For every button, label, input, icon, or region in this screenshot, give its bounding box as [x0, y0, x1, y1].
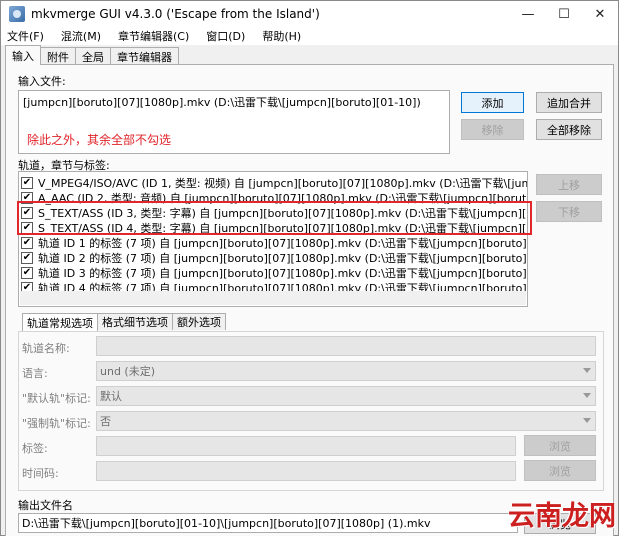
watermark-logo: 云南龙网 [508, 501, 616, 532]
track-checkbox[interactable]: ✔ [21, 236, 33, 249]
menu-chapter-editor[interactable]: 章节编辑器(C) [118, 28, 189, 44]
highlight-annotation-box [17, 201, 532, 235]
track-checkbox[interactable]: ✔ [21, 266, 33, 279]
mkvmerge-app-icon [9, 6, 25, 22]
track-row[interactable]: ✔ 轨道 ID 3 的标签 (7 项) 自 [jumpcn][boruto][0… [21, 265, 527, 280]
tab-format-detail-options[interactable]: 格式细节选项 [97, 313, 173, 330]
maximize-button[interactable]: ☐ [546, 1, 582, 27]
remove-button[interactable]: 移除 [461, 119, 524, 140]
close-button[interactable]: ✕ [582, 1, 618, 27]
tags-field[interactable] [96, 436, 516, 456]
output-filename-value: D:\迅雷下载\[jumpcn][boruto][01-10]\[jumpcn]… [22, 517, 431, 530]
track-row-text: V_MPEG4/ISO/AVC (ID 1, 类型: 视频) 自 [jumpcn… [38, 176, 527, 190]
move-up-button[interactable]: 上移 [536, 174, 602, 195]
menu-mux[interactable]: 混流(M) [61, 28, 101, 44]
append-button[interactable]: 追加合并 [536, 92, 602, 113]
window-controls: — ☐ ✕ [510, 1, 618, 27]
track-checkbox[interactable]: ✔ [21, 176, 33, 189]
track-row[interactable]: ✔ 轨道 ID 2 的标签 (7 项) 自 [jumpcn][boruto][0… [21, 250, 527, 265]
add-button[interactable]: 添加 [461, 92, 524, 113]
tab-input[interactable]: 输入 [5, 45, 41, 65]
track-options-tabs: 轨道常规选项 格式细节选项 额外选项 [22, 313, 226, 331]
annotation-note: 除此之外，其余全部不勾选 [27, 133, 172, 147]
timecodes-field[interactable] [96, 461, 516, 481]
chevron-down-icon [583, 393, 591, 398]
menu-window[interactable]: 窗口(D) [206, 28, 245, 44]
tab-track-general-options[interactable]: 轨道常规选项 [22, 313, 98, 331]
tab-extra-options[interactable]: 额外选项 [172, 313, 226, 330]
tracks-horizontal-scrollbar[interactable] [20, 291, 526, 305]
tracks-list[interactable]: ✔ V_MPEG4/ISO/AVC (ID 1, 类型: 视频) 自 [jump… [18, 171, 528, 307]
default-track-select[interactable]: 默认 [96, 386, 596, 406]
track-name-field[interactable] [96, 336, 596, 356]
window-title: mkvmerge GUI v4.3.0 ('Escape from the Is… [31, 7, 320, 21]
menu-help[interactable]: 帮助(H) [262, 28, 301, 44]
default-track-label: "默认轨"标记: [22, 392, 91, 405]
input-files-label: 输入文件: [18, 75, 66, 88]
language-select-value: und (未定) [100, 365, 156, 378]
app-window: mkvmerge GUI v4.3.0 ('Escape from the Is… [0, 0, 619, 536]
track-row-text: 轨道 ID 3 的标签 (7 项) 自 [jumpcn][boruto][07]… [38, 266, 527, 280]
input-files-list[interactable]: [jumpcn][boruto][07][1080p].mkv (D:\迅雷下载… [18, 90, 450, 154]
track-row-text: 轨道 ID 2 的标签 (7 项) 自 [jumpcn][boruto][07]… [38, 251, 527, 265]
track-row-text: 轨道 ID 1 的标签 (7 项) 自 [jumpcn][boruto][07]… [38, 236, 527, 250]
tab-global[interactable]: 全局 [75, 47, 111, 65]
forced-track-select[interactable]: 否 [96, 411, 596, 431]
track-name-label: 轨道名称: [22, 342, 70, 355]
remove-all-button[interactable]: 全部移除 [536, 119, 602, 140]
tags-browse-button[interactable]: 浏览 [524, 435, 596, 456]
track-checkbox[interactable]: ✔ [21, 251, 33, 264]
menu-bar: 文件(F) 混流(M) 章节编辑器(C) 窗口(D) 帮助(H) [1, 27, 618, 45]
forced-track-label: "强制轨"标记: [22, 417, 91, 430]
chevron-down-icon [583, 418, 591, 423]
track-row[interactable]: ✔ 轨道 ID 1 的标签 (7 项) 自 [jumpcn][boruto][0… [21, 235, 527, 250]
forced-track-select-value: 否 [100, 415, 111, 428]
output-filename-label: 输出文件名 [18, 499, 73, 512]
tab-chapter-editor[interactable]: 章节编辑器 [110, 47, 179, 65]
track-row[interactable]: ✔ V_MPEG4/ISO/AVC (ID 1, 类型: 视频) 自 [jump… [21, 175, 527, 190]
language-select[interactable]: und (未定) [96, 361, 596, 381]
minimize-button[interactable]: — [510, 1, 546, 27]
default-track-select-value: 默认 [100, 390, 122, 403]
language-label: 语言: [22, 367, 48, 380]
menu-file[interactable]: 文件(F) [7, 28, 44, 44]
input-file-item[interactable]: [jumpcn][boruto][07][1080p].mkv (D:\迅雷下载… [23, 94, 421, 110]
input-tab-panel: 输入文件: [jumpcn][boruto][07][1080p].mkv (D… [5, 64, 614, 536]
timecodes-browse-button[interactable]: 浏览 [524, 460, 596, 481]
title-bar: mkvmerge GUI v4.3.0 ('Escape from the Is… [1, 1, 618, 27]
main-tabs: 输入 附件 全局 章节编辑器 [5, 45, 179, 65]
tags-label: 标签: [22, 442, 48, 455]
timecodes-label: 时间码: [22, 467, 59, 480]
output-filename-field[interactable]: D:\迅雷下载\[jumpcn][boruto][01-10]\[jumpcn]… [18, 513, 518, 533]
move-down-button[interactable]: 下移 [536, 201, 602, 222]
chevron-down-icon [583, 368, 591, 373]
tab-attachments[interactable]: 附件 [40, 47, 76, 65]
